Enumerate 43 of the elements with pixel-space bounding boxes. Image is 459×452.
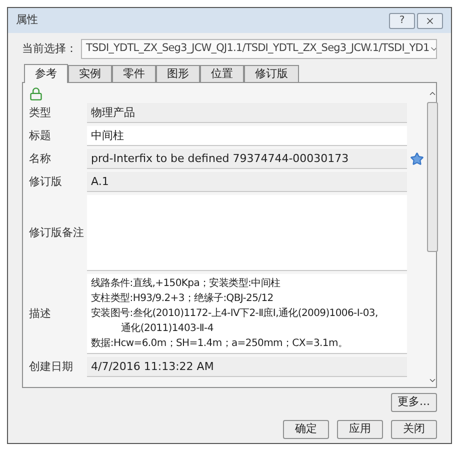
field-label: 修订版备注: [29, 224, 84, 241]
close-button[interactable]: [417, 12, 443, 28]
field-value: 支柱类型:H93/9.2+3；绝缘子:QBJ-25/12: [91, 292, 274, 306]
star-icon[interactable]: [410, 152, 424, 166]
close-icon: [425, 16, 435, 26]
tab[interactable]: 参考: [24, 64, 68, 83]
lock-icon: [29, 87, 43, 101]
scroll-up-icon[interactable]: [428, 89, 437, 98]
field-value: 通化(2011)1403-Ⅱ-4: [121, 322, 214, 336]
field-label: 描述: [29, 306, 51, 322]
selection-dropdown[interactable]: TSDI_YDTL_ZX_Seg3_JCW_QJ1.1/TSDI_YDTL_ZX_Seg3_JCW.1/TSDI_YD1: [81, 39, 437, 59]
dialog-button[interactable]: 确定: [283, 420, 329, 439]
field-label: 类型: [29, 104, 51, 121]
selection-label: 当前选择：: [22, 40, 77, 57]
field-label: 修订版: [29, 174, 62, 190]
field-label: 名称: [29, 150, 51, 167]
window-title: 属性: [16, 12, 38, 28]
field-value: 4/7/2016 11:13:22 AM: [91, 359, 214, 374]
field-value: prd-Interfix to be defined 79374744-00030173: [91, 151, 349, 166]
field-value: A.1: [91, 174, 109, 189]
text-field[interactable]: 中间柱: [87, 126, 407, 146]
field-label: 标题: [29, 128, 51, 144]
tab[interactable]: 零件: [112, 65, 156, 82]
tab[interactable]: 图形: [156, 65, 200, 82]
field-label: 创建日期: [29, 358, 73, 375]
field-value: 数据:Hcw=6.0m；SH=1.4m；a=250mm；CX=3.1m。: [91, 337, 348, 351]
scroll-down-icon[interactable]: [428, 376, 437, 385]
field-value: 线路条件:直线,+150Kpa；安装类型:中间柱: [91, 276, 280, 291]
text-field[interactable]: 物理产品: [87, 103, 407, 123]
dialog-button[interactable]: 关闭: [391, 420, 437, 439]
tab[interactable]: 实例: [68, 65, 112, 82]
dialog-button[interactable]: 应用: [337, 420, 383, 439]
text-field[interactable]: 4/7/2016 11:13:22 AM: [87, 357, 407, 377]
field-value: 物理产品: [91, 105, 135, 120]
tab[interactable]: 位置: [200, 65, 244, 82]
text-field[interactable]: A.1: [87, 172, 407, 192]
text-field[interactable]: prd-Interfix to be defined 79374744-00030173: [87, 149, 407, 169]
field-value: 安装图号:叁化(2010)1172-上4-IV下2-Ⅱ庶Ⅰ,通化(2009)1006-I-03,: [91, 306, 378, 321]
tab[interactable]: 修订版: [244, 65, 299, 82]
more-button[interactable]: 更多...: [390, 393, 437, 412]
field-value: 中间柱: [91, 128, 124, 143]
text-area[interactable]: 线路条件:直线,+150Kpa；安装类型:中间柱 支柱类型:H93/9.2+3；绝缘子:QBJ-25/12 安装图号:叁化(2010)1172-上4-IV下2-Ⅱ庶Ⅰ,通化(2009)1006-I-03, 通化(2011)1403-Ⅱ-4 数据:Hcw=6.0m；SH=1.4m；a=250mm；CX=3.1m。: [87, 274, 407, 354]
help-button[interactable]: ?: [389, 12, 415, 28]
